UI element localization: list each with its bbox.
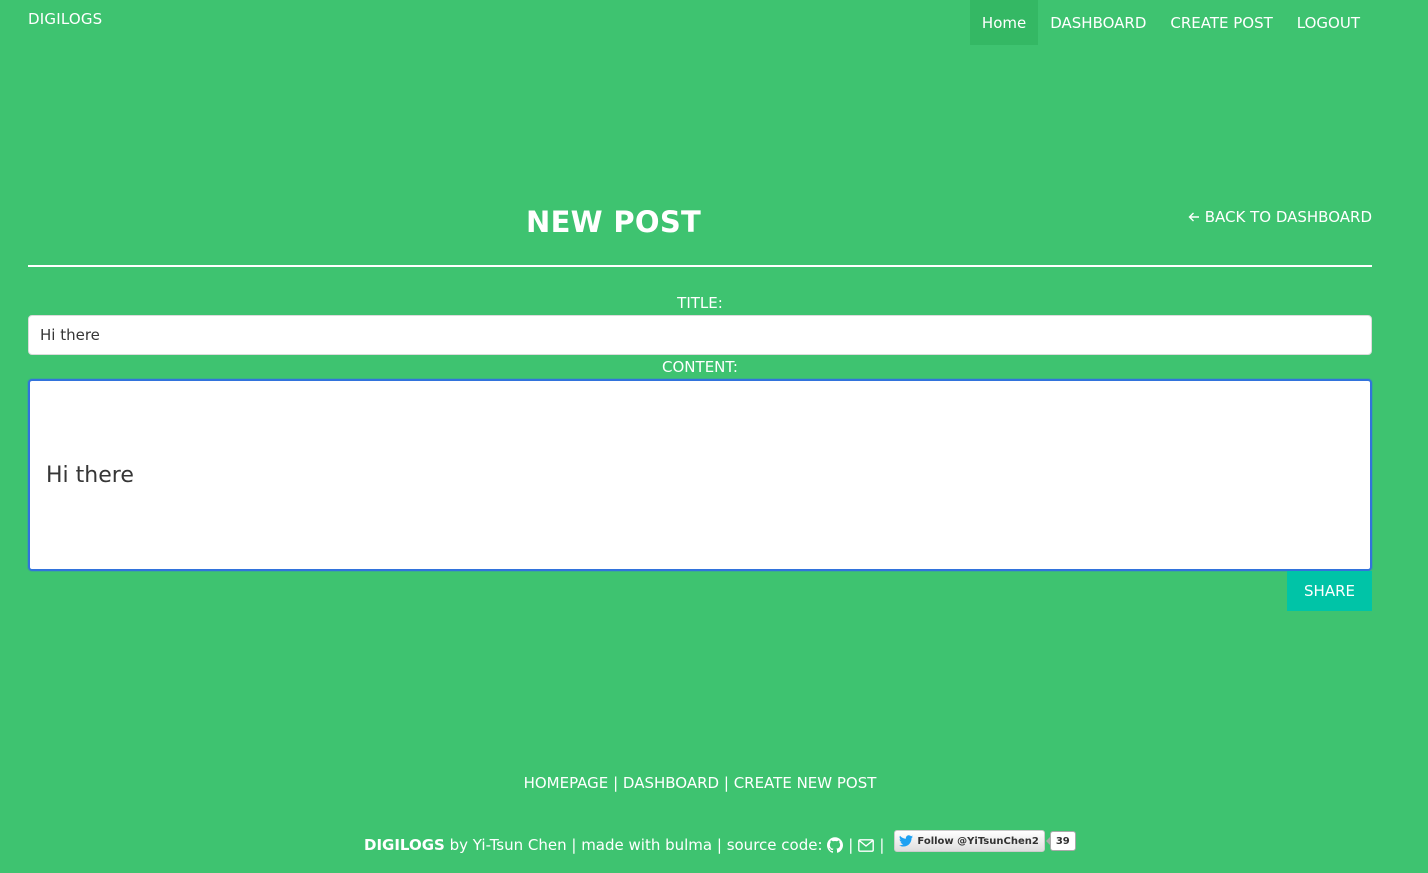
content-label: CONTENT: [662,358,738,376]
footer-credit-text: by Yi-Tsun Chen | made with bulma | sour… [449,836,823,854]
title-input[interactable] [28,315,1372,355]
content-editor[interactable]: Hi there [28,379,1372,571]
footer-links: HOMEPAGE | DASHBOARD | CREATE NEW POST [0,774,1400,792]
back-link-label: BACK TO DASHBOARD [1204,208,1372,226]
footer-link-homepage[interactable]: HOMEPAGE [524,774,609,792]
title-label: TITLE: [677,294,723,312]
content-text[interactable]: Hi there [46,463,134,488]
nav-item-create-post[interactable]: CREATE POST [1158,0,1284,45]
footer-brand: DIGILOGS [364,836,445,854]
twitter-follow-label: Follow @YiTsunChen2 [917,835,1039,847]
mail-icon[interactable] [858,838,875,852]
share-button[interactable]: SHARE [1287,571,1372,611]
nav-item-home[interactable]: Home [969,0,1039,45]
header-divider [28,265,1372,267]
back-to-dashboard-link[interactable]: BACK TO DASHBOARD [1188,208,1372,226]
footer-separator: | [879,836,885,854]
nav-item-logout[interactable]: LOGOUT [1285,0,1372,45]
navbar: DIGILOGS Home DASHBOARD CREATE POST LOGO… [0,0,1428,45]
footer-credit: DIGILOGS by Yi-Tsun Chen | made with bul… [364,830,1076,859]
arrow-left-icon [1188,211,1200,223]
twitter-follow-button[interactable]: Follow @YiTsunChen2 [894,830,1045,852]
twitter-icon [899,835,917,847]
footer-separator: | [848,836,854,854]
github-icon[interactable] [827,837,844,853]
nav-item-dashboard[interactable]: DASHBOARD [1038,0,1158,45]
footer-link-create-new-post[interactable]: CREATE NEW POST [734,774,877,792]
footer-separator: | [723,774,729,792]
brand-logo[interactable]: DIGILOGS [28,10,102,28]
footer-separator: | [613,774,619,792]
page-title: NEW POST [526,205,702,239]
twitter-follower-count[interactable]: 39 [1045,831,1076,851]
nav-menu: Home DASHBOARD CREATE POST LOGOUT [969,0,1372,45]
footer-link-dashboard[interactable]: DASHBOARD [623,774,719,792]
